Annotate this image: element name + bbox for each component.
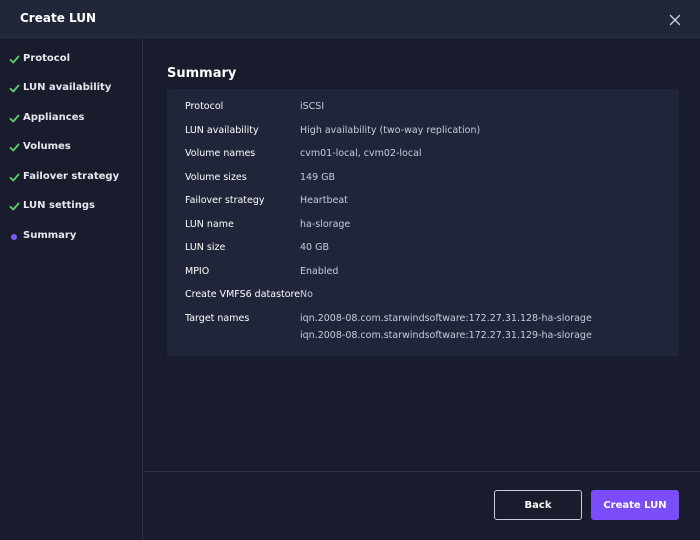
- summary-value: Enabled: [300, 266, 339, 277]
- step-label: LUN settings: [23, 200, 95, 211]
- step-lun-availability[interactable]: LUN availability: [0, 78, 143, 100]
- summary-value: iSCSI: [300, 101, 325, 112]
- dialog-footer: Back Create LUN: [144, 471, 700, 540]
- target-name-2: iqn.2008-08.com.starwindsoftware:172.27.…: [300, 330, 592, 341]
- close-button[interactable]: [664, 9, 686, 31]
- summary-card: Protocol iSCSI LUN availability High ava…: [167, 89, 679, 356]
- summary-value: Heartbeat: [300, 195, 348, 206]
- summary-key: MPIO: [185, 266, 210, 277]
- step-label: Protocol: [23, 53, 71, 64]
- summary-key: LUN availability: [185, 125, 259, 136]
- summary-key: LUN name: [185, 219, 234, 230]
- summary-value: High availability (two-way replication): [300, 125, 481, 136]
- target-name-1: iqn.2008-08.com.starwindsoftware:172.27.…: [300, 313, 592, 324]
- create-lun-button[interactable]: Create LUN: [591, 490, 679, 520]
- summary-key: Volume sizes: [185, 172, 247, 183]
- step-lun-settings[interactable]: LUN settings: [0, 196, 143, 218]
- step-label: Summary: [23, 230, 77, 241]
- checkmark-icon: [9, 55, 20, 64]
- step-protocol[interactable]: Protocol: [0, 49, 143, 71]
- step-volumes[interactable]: Volumes: [0, 137, 143, 159]
- dialog-titlebar: Create LUN: [0, 0, 700, 38]
- checkmark-icon: [9, 114, 20, 123]
- summary-title: Summary: [167, 66, 237, 81]
- step-appliances[interactable]: Appliances: [0, 108, 143, 130]
- step-summary[interactable]: Summary: [0, 226, 143, 248]
- wizard-steps-sidebar: Protocol LUN availability Appliances Vol…: [0, 39, 143, 540]
- step-label: Volumes: [23, 141, 71, 152]
- checkmark-icon: [9, 173, 20, 182]
- step-label: LUN availability: [23, 82, 112, 93]
- dialog-title: Create LUN: [20, 11, 97, 25]
- back-button[interactable]: Back: [494, 490, 582, 520]
- summary-value: cvm01-local, cvm02-local: [300, 148, 422, 159]
- summary-value: 40 GB: [300, 242, 329, 253]
- summary-key: LUN size: [185, 242, 226, 253]
- step-label: Appliances: [23, 112, 85, 123]
- summary-key: Target names: [185, 313, 250, 324]
- checkmark-icon: [9, 143, 20, 152]
- step-failover-strategy[interactable]: Failover strategy: [0, 167, 143, 189]
- summary-key: Create VMFS6 datastore: [185, 289, 301, 300]
- summary-value: 149 GB: [300, 172, 336, 183]
- summary-key: Failover strategy: [185, 195, 265, 206]
- checkmark-icon: [9, 202, 20, 211]
- summary-value: ha-slorage: [300, 219, 351, 230]
- close-icon: [669, 14, 681, 26]
- main-content: Summary Protocol iSCSI LUN availability …: [144, 39, 700, 471]
- summary-key: Protocol: [185, 101, 224, 112]
- current-step-dot: [11, 234, 17, 240]
- create-lun-dialog: Create LUN Protocol LUN availability App…: [0, 0, 700, 540]
- summary-value: No: [300, 289, 313, 300]
- step-label: Failover strategy: [23, 171, 120, 182]
- checkmark-icon: [9, 84, 20, 93]
- summary-key: Volume names: [185, 148, 256, 159]
